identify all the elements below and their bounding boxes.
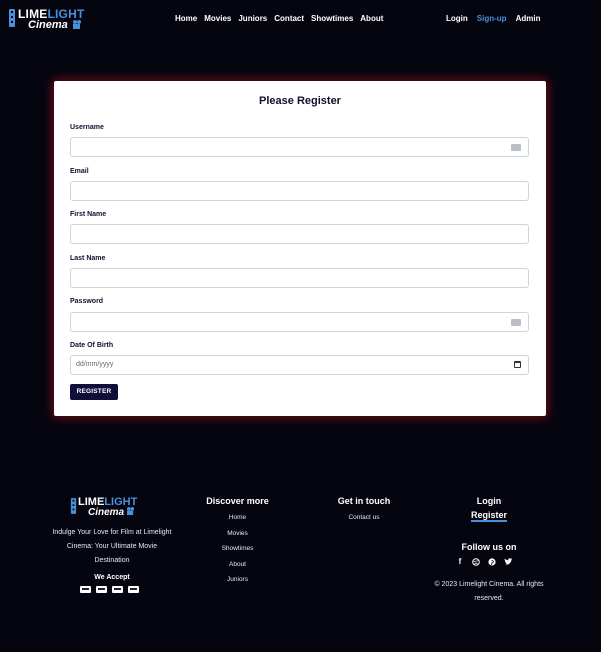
username-input[interactable] bbox=[70, 137, 529, 157]
logo-word-cinema: Cinema bbox=[88, 507, 125, 518]
visa-icon bbox=[80, 586, 91, 593]
camera-icon bbox=[126, 507, 135, 515]
dribbble-icon[interactable] bbox=[472, 558, 480, 566]
payment-methods bbox=[80, 586, 139, 593]
film-reel-icon bbox=[9, 9, 15, 27]
password-label: Password bbox=[70, 298, 104, 305]
pinterest-icon[interactable] bbox=[488, 558, 496, 566]
nav-login[interactable]: Login bbox=[446, 14, 468, 23]
logo-letter: L bbox=[78, 496, 85, 508]
password-input[interactable] bbox=[70, 312, 529, 332]
dob-placeholder: dd/mm/yyyy bbox=[76, 361, 114, 368]
keyboard-icon[interactable] bbox=[511, 319, 521, 326]
main-nav: Home Movies Juniors Contact Showtimes Ab… bbox=[175, 14, 390, 23]
nav-juniors[interactable]: Juniors bbox=[238, 14, 267, 23]
nav-home[interactable]: Home bbox=[175, 14, 197, 23]
first-name-label: First Name bbox=[70, 211, 107, 218]
footer-link-home[interactable]: Home bbox=[190, 514, 285, 530]
last-name-input[interactable] bbox=[70, 268, 529, 288]
nav-showtimes[interactable]: Showtimes bbox=[311, 14, 353, 23]
facebook-icon[interactable]: f bbox=[456, 558, 464, 566]
social-links: f bbox=[456, 558, 513, 566]
discover-links: Home Movies Showtimes About Juniors bbox=[190, 514, 285, 592]
dob-input[interactable]: dd/mm/yyyy bbox=[70, 355, 529, 375]
twitter-icon[interactable] bbox=[504, 558, 513, 566]
nav-movies[interactable]: Movies bbox=[204, 14, 231, 23]
nav-about[interactable]: About bbox=[360, 14, 383, 23]
footer-link-showtimes[interactable]: Showtimes bbox=[190, 545, 285, 561]
register-card: Please Register Username Email First Nam… bbox=[54, 81, 546, 416]
logo-letter: L bbox=[18, 7, 26, 21]
footer-logo[interactable]: LIMELIGHT Cinema bbox=[70, 496, 140, 520]
page-title: Please Register bbox=[259, 95, 341, 107]
footer-register-link[interactable]: Register bbox=[430, 510, 548, 522]
footer-tagline: Indulge Your Love for Film at Limelight … bbox=[52, 529, 172, 564]
first-name-input[interactable] bbox=[70, 224, 529, 244]
film-reel-icon bbox=[70, 498, 77, 514]
top-navbar: LIMELIGHT Cinema Home Movies Juniors Con… bbox=[0, 0, 601, 38]
mastercard-icon bbox=[112, 586, 123, 593]
get-in-touch-title: Get in touch bbox=[337, 496, 391, 506]
dob-label: Date Of Birth bbox=[70, 342, 114, 349]
register-button[interactable]: REGISTER bbox=[70, 384, 118, 400]
site-footer: LIMELIGHT Cinema Indulge Your Love for F… bbox=[0, 490, 601, 652]
copyright-text: © 2023 Limelight Cinema. All rights rese… bbox=[434, 581, 544, 602]
card-icon bbox=[96, 586, 107, 593]
amex-icon bbox=[128, 586, 139, 593]
footer-link-juniors[interactable]: Juniors bbox=[190, 576, 285, 592]
footer-link-contact[interactable]: Contact us bbox=[320, 514, 408, 521]
last-name-label: Last Name bbox=[70, 255, 106, 262]
footer-link-movies[interactable]: Movies bbox=[190, 530, 285, 546]
account-nav: Login Sign-up Admin bbox=[446, 14, 549, 23]
footer-login-link[interactable]: Login bbox=[430, 496, 548, 506]
follow-us-title: Follow us on bbox=[461, 542, 517, 552]
logo-word-cinema: Cinema bbox=[28, 19, 68, 31]
footer-link-about[interactable]: About bbox=[190, 561, 285, 577]
nav-contact[interactable]: Contact bbox=[274, 14, 304, 23]
email-input[interactable] bbox=[70, 181, 529, 201]
camera-icon bbox=[73, 20, 81, 29]
site-logo[interactable]: LIMELIGHT Cinema bbox=[8, 7, 84, 31]
calendar-icon[interactable] bbox=[514, 361, 521, 368]
keyboard-icon[interactable] bbox=[511, 144, 521, 151]
email-label: Email bbox=[70, 168, 89, 175]
nav-admin[interactable]: Admin bbox=[516, 14, 541, 23]
username-label: Username bbox=[70, 124, 104, 131]
discover-title: Discover more bbox=[206, 496, 269, 506]
we-accept-label: We Accept bbox=[94, 574, 130, 581]
nav-signup[interactable]: Sign-up bbox=[477, 14, 507, 23]
